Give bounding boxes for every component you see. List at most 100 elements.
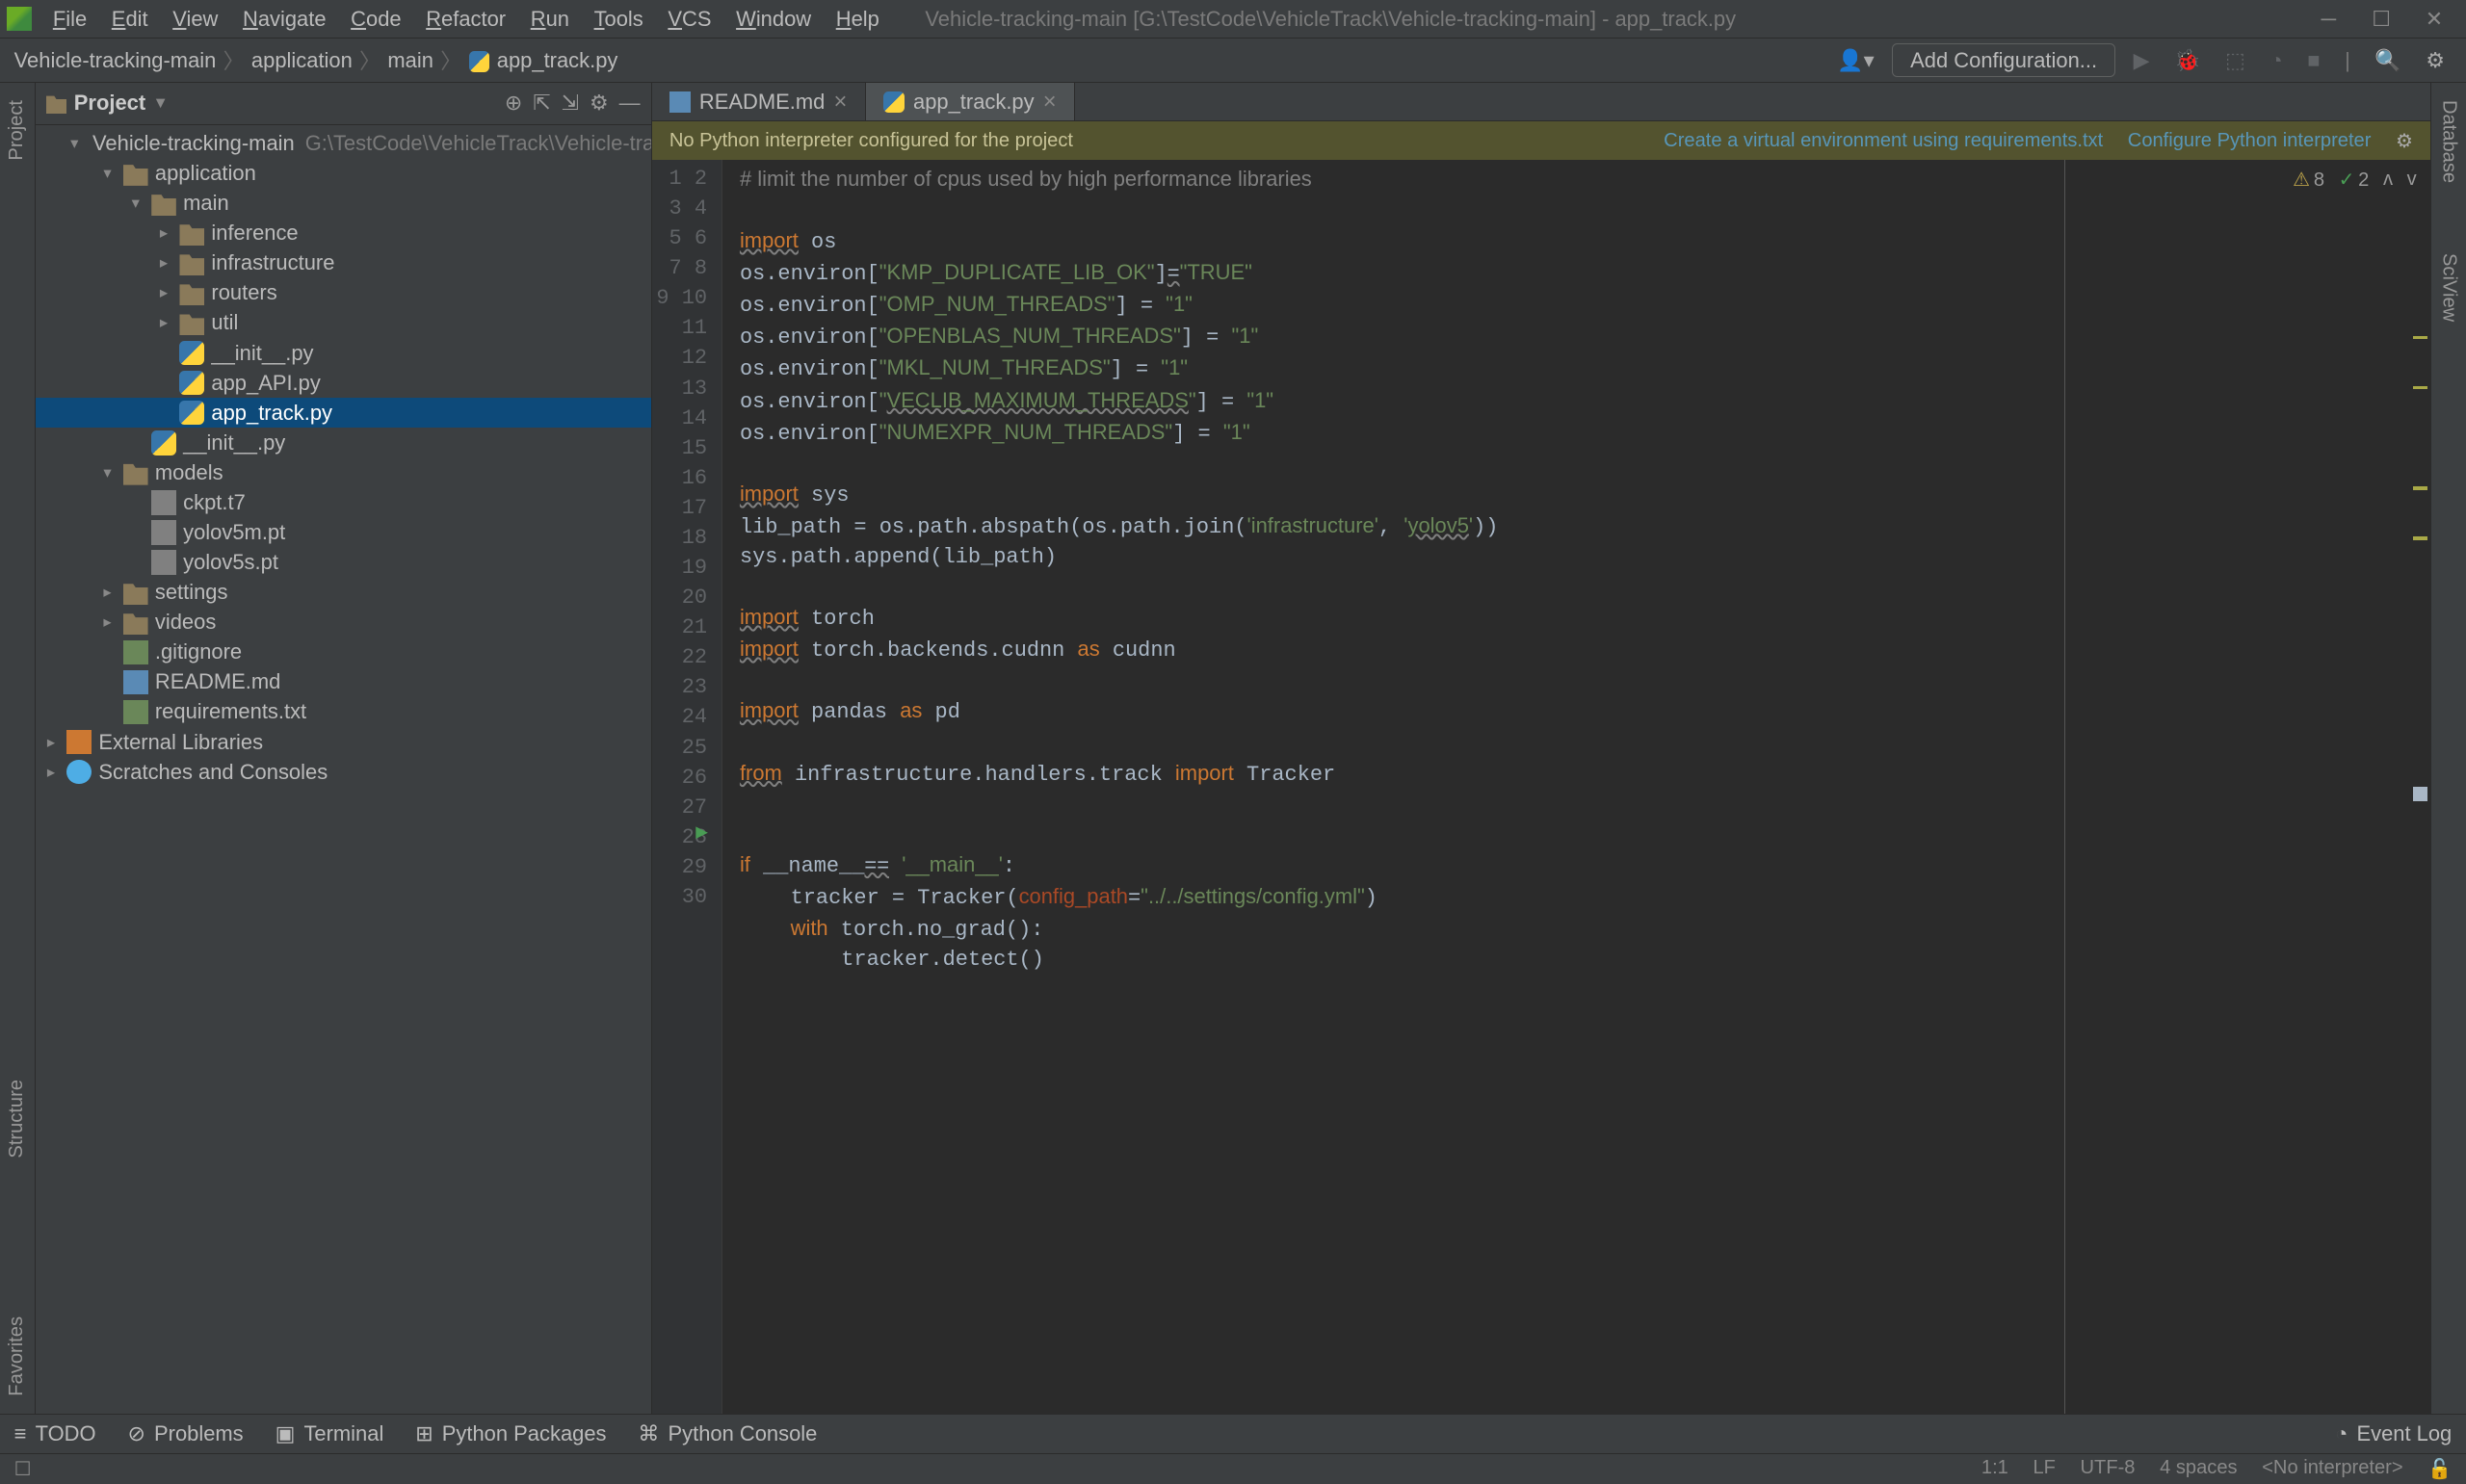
tree-node[interactable]: .gitignore	[36, 638, 651, 667]
caret-position[interactable]: 1:1	[1981, 1457, 2008, 1481]
gear-icon[interactable]: ⚙	[2396, 129, 2413, 153]
tree-node[interactable]: app_API.py	[36, 368, 651, 398]
breadcrumb[interactable]: Vehicle-tracking-main〉application〉main〉a…	[14, 45, 618, 75]
tree-node[interactable]: ▾Vehicle-tracking-mainG:\TestCode\Vehicl…	[36, 128, 651, 158]
create-venv-link[interactable]: Create a virtual environment using requi…	[1664, 130, 2103, 152]
menu-window[interactable]: Window	[725, 3, 822, 35]
file-encoding[interactable]: UTF-8	[2081, 1457, 2136, 1481]
menu-navigate[interactable]: Navigate	[232, 3, 337, 35]
search-icon[interactable]: 🔍	[2368, 48, 2408, 73]
line-gutter[interactable]: 1 2 3 4 5 6 7 8 9 10 11 12 13 14 15 16 1…	[652, 160, 722, 1414]
settings-icon[interactable]: ⚙	[590, 91, 609, 116]
event-log-button[interactable]: ◔ Event Log	[2335, 1421, 2452, 1446]
menu-view[interactable]: View	[162, 3, 228, 35]
passes-count[interactable]: 2	[2339, 168, 2370, 192]
editor-tab[interactable]: README.md×	[652, 83, 866, 120]
tree-node[interactable]: yolov5m.pt	[36, 517, 651, 547]
interpreter-banner: No Python interpreter configured for the…	[652, 121, 2431, 160]
locate-icon[interactable]: ⊕	[505, 91, 522, 116]
window-title: Vehicle-tracking-main [G:\TestCode\Vehic…	[925, 7, 2318, 32]
close-tab-icon[interactable]: ×	[1043, 89, 1057, 116]
lock-icon[interactable]: 🔓	[2427, 1457, 2452, 1481]
line-separator[interactable]: LF	[2033, 1457, 2055, 1481]
tree-node[interactable]: ▸settings	[36, 578, 651, 608]
md-icon	[123, 670, 148, 695]
code-editor[interactable]: 1 2 3 4 5 6 7 8 9 10 11 12 13 14 15 16 1…	[652, 160, 2431, 1414]
python-console-tool-button[interactable]: ⌘ Python Console	[638, 1421, 817, 1446]
collapse-all-icon[interactable]: ⇲	[562, 91, 579, 116]
chevron-up-icon[interactable]: ʌ	[2383, 169, 2393, 191]
editor-tabs: README.md×app_track.py×	[652, 83, 2431, 121]
project-view-title[interactable]: Project	[74, 91, 145, 116]
minimize-icon[interactable]: ─	[2318, 7, 2339, 32]
breadcrumb-item[interactable]: Vehicle-tracking-main	[14, 48, 217, 73]
coverage-icon[interactable]: ⬚	[2218, 48, 2252, 73]
breadcrumb-item[interactable]: main	[387, 48, 433, 73]
tree-node[interactable]: yolov5s.pt	[36, 548, 651, 578]
stop-icon[interactable]: ■	[2300, 48, 2327, 73]
settings-icon[interactable]: ⚙	[2419, 48, 2452, 73]
close-tab-icon[interactable]: ×	[833, 89, 847, 116]
user-icon[interactable]: 👤▾	[1830, 48, 1881, 73]
folder-icon	[179, 251, 204, 276]
run-gutter-icon[interactable]: ▶	[695, 822, 708, 842]
editor-tab[interactable]: app_track.py×	[866, 83, 1075, 120]
configure-interpreter-link[interactable]: Configure Python interpreter	[2128, 130, 2372, 152]
project-tool-button[interactable]: Project	[6, 100, 28, 161]
favorites-tool-button[interactable]: Favorites	[6, 1316, 28, 1396]
terminal-tool-button[interactable]: ▣ Terminal	[275, 1421, 384, 1446]
tree-node[interactable]: __init__.py	[36, 428, 651, 457]
debug-icon[interactable]: 🐞	[2167, 48, 2208, 73]
todo-tool-button[interactable]: ≡ TODO	[14, 1421, 96, 1446]
tree-node[interactable]: ▸routers	[36, 278, 651, 308]
py-icon	[179, 341, 204, 366]
tree-node[interactable]: README.md	[36, 667, 651, 697]
close-icon[interactable]: ✕	[2424, 7, 2445, 32]
tree-node[interactable]: ▸Scratches and Consoles	[36, 757, 651, 787]
warnings-count[interactable]: 8	[2293, 168, 2324, 192]
txt-icon	[123, 640, 148, 665]
structure-tool-button[interactable]: Structure	[6, 1080, 28, 1159]
menu-edit[interactable]: Edit	[101, 3, 159, 35]
run-icon[interactable]: ▶	[2126, 48, 2157, 73]
tree-node[interactable]: ▸videos	[36, 608, 651, 638]
menu-tools[interactable]: Tools	[584, 3, 654, 35]
tree-node[interactable]: ▸infrastructure	[36, 248, 651, 278]
sciview-tool-button[interactable]: SciView	[2438, 253, 2460, 322]
error-stripe[interactable]	[2409, 160, 2430, 1414]
hide-icon[interactable]: —	[619, 91, 641, 116]
tree-node[interactable]: ckpt.t7	[36, 487, 651, 517]
breadcrumb-item[interactable]: app_track.py	[469, 48, 618, 73]
menu-vcs[interactable]: VCS	[657, 3, 721, 35]
project-tree[interactable]: ▾Vehicle-tracking-mainG:\TestCode\Vehicl…	[36, 125, 651, 1415]
title-bar: FileEditViewNavigateCodeRefactorRunTools…	[0, 0, 2466, 39]
tree-node[interactable]: ▸External Libraries	[36, 727, 651, 757]
inspection-widget[interactable]: 8 2 ʌ v	[2293, 168, 2417, 192]
status-icon[interactable]: ☐	[14, 1457, 32, 1481]
breadcrumb-item[interactable]: application	[251, 48, 353, 73]
problems-tool-button[interactable]: ⊘ Problems	[127, 1421, 243, 1446]
maximize-icon[interactable]: ☐	[2371, 7, 2392, 32]
menu-run[interactable]: Run	[520, 3, 580, 35]
indent-status[interactable]: 4 spaces	[2160, 1457, 2238, 1481]
add-configuration-button[interactable]: Add Configuration...	[1892, 43, 2115, 77]
tree-node[interactable]: requirements.txt	[36, 697, 651, 727]
python-packages-tool-button[interactable]: ⊞ Python Packages	[415, 1421, 606, 1446]
tree-node[interactable]: ▸util	[36, 308, 651, 338]
tree-node[interactable]: ▾models	[36, 457, 651, 487]
tree-node[interactable]: ▾main	[36, 189, 651, 219]
menu-code[interactable]: Code	[340, 3, 411, 35]
tree-node[interactable]: app_track.py	[36, 398, 651, 428]
menu-refactor[interactable]: Refactor	[415, 3, 516, 35]
profile-icon[interactable]: ◔	[2263, 48, 2290, 73]
chevron-down-icon[interactable]: ▼	[152, 94, 168, 113]
interpreter-status[interactable]: <No interpreter>	[2262, 1457, 2402, 1481]
expand-all-icon[interactable]: ⇱	[533, 91, 550, 116]
database-tool-button[interactable]: Database	[2438, 100, 2460, 183]
tree-node[interactable]: ▸inference	[36, 219, 651, 248]
tree-node[interactable]: ▾application	[36, 159, 651, 189]
menu-help[interactable]: Help	[826, 3, 890, 35]
tree-node[interactable]: __init__.py	[36, 338, 651, 368]
main-menu: FileEditViewNavigateCodeRefactorRunTools…	[42, 3, 890, 35]
menu-file[interactable]: File	[42, 3, 97, 35]
